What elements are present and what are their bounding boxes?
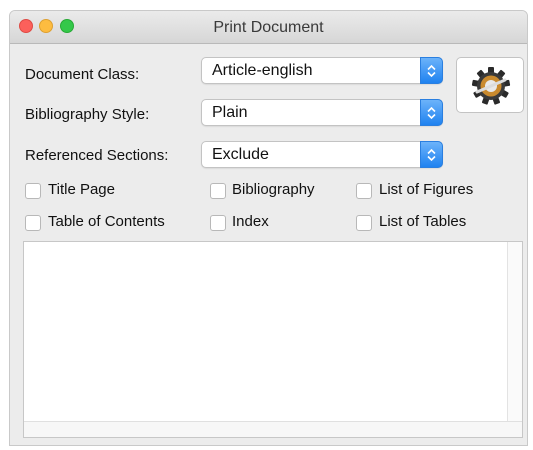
bibliography-style-value: Plain bbox=[212, 104, 248, 121]
table-of-contents-checkbox[interactable] bbox=[25, 215, 41, 231]
document-class-label: Document Class: bbox=[25, 66, 140, 83]
document-class-value: Article-english bbox=[212, 62, 313, 79]
title-bar[interactable]: Print Document bbox=[10, 11, 527, 44]
popup-arrows-icon bbox=[420, 57, 443, 84]
referenced-sections-label: Referenced Sections: bbox=[25, 147, 169, 164]
gear-icon bbox=[471, 67, 511, 105]
print-document-window: Print Document Document Class: Article-e… bbox=[9, 10, 528, 446]
list-of-tables-checkbox[interactable] bbox=[356, 215, 372, 231]
referenced-sections-popup[interactable]: Exclude bbox=[201, 141, 443, 168]
popup-arrows-icon bbox=[420, 141, 443, 168]
list-of-tables-label: List of Tables bbox=[379, 213, 467, 230]
document-class-popup[interactable]: Article-english bbox=[201, 57, 443, 84]
vertical-scrollbar[interactable] bbox=[507, 242, 522, 422]
window-title: Print Document bbox=[213, 19, 324, 36]
index-label: Index bbox=[232, 213, 269, 230]
index-checkbox[interactable] bbox=[210, 215, 226, 231]
bibliography-label: Bibliography bbox=[232, 181, 315, 198]
popup-arrows-icon bbox=[420, 99, 443, 126]
bibliography-checkbox[interactable] bbox=[210, 183, 226, 199]
title-page-label: Title Page bbox=[48, 181, 115, 198]
referenced-sections-value: Exclude bbox=[212, 146, 269, 163]
output-text-area[interactable] bbox=[23, 241, 523, 438]
horizontal-scrollbar[interactable] bbox=[24, 421, 522, 437]
settings-button[interactable] bbox=[456, 57, 524, 113]
list-of-figures-label: List of Figures bbox=[379, 181, 474, 198]
table-of-contents-label: Table of Contents bbox=[48, 213, 165, 230]
list-of-figures-checkbox[interactable] bbox=[356, 183, 372, 199]
bibliography-style-label: Bibliography Style: bbox=[25, 106, 150, 123]
title-page-checkbox[interactable] bbox=[25, 183, 41, 199]
bibliography-style-popup[interactable]: Plain bbox=[201, 99, 443, 126]
